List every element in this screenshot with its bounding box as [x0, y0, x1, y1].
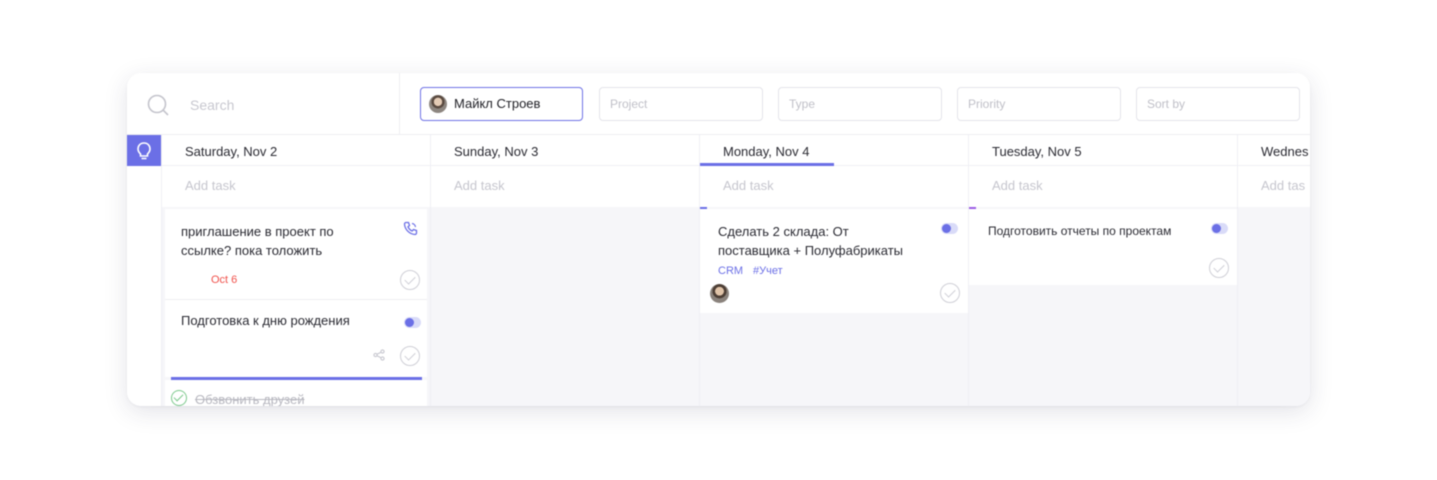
add-task-placeholder: Add task: [454, 178, 505, 193]
completed-check-icon[interactable]: [171, 390, 187, 406]
add-task-placeholder: Add task: [992, 178, 1043, 193]
add-task-input[interactable]: Add task: [700, 166, 968, 207]
user-avatar: [429, 95, 447, 113]
task-card[interactable]: Сделать 2 склада: От поставщика + Полуфа…: [700, 209, 968, 313]
task-title: Сделать 2 склада: От поставщика + Полуфа…: [718, 224, 903, 258]
day-column-wednesday: Wednes Add tas: [1237, 135, 1310, 406]
search-icon[interactable]: [147, 94, 169, 116]
filter-bar: Майкл Строев Project Type Priority Sort …: [127, 73, 1310, 135]
search-input[interactable]: [190, 95, 370, 115]
column-title: Wednes: [1261, 144, 1309, 159]
task-card-completed[interactable]: Обзвонить друзей: [165, 380, 427, 406]
add-task-placeholder: Add tas: [1261, 178, 1306, 193]
user-filter-label: Майкл Строев: [454, 96, 541, 111]
tag-uchet[interactable]: #Учет: [753, 265, 783, 277]
column-header: Saturday, Nov 2: [162, 135, 430, 166]
column-title: Tuesday, Nov 5: [992, 144, 1082, 159]
tag-crm[interactable]: CRM: [718, 265, 743, 277]
search-area: [127, 73, 400, 135]
task-title: приглашение в проект по ссылке? пока тол…: [181, 224, 334, 258]
column-header: Tuesday, Nov 5: [969, 135, 1237, 166]
add-task-input[interactable]: Add tas: [1238, 166, 1310, 207]
user-filter[interactable]: Майкл Строев: [420, 87, 583, 121]
add-task-placeholder: Add task: [723, 178, 774, 193]
column-body: приглашение в проект по ссылке? пока тол…: [162, 207, 431, 406]
check-circle-icon[interactable]: [1209, 258, 1229, 278]
day-column-tuesday: Tuesday, Nov 5 Add task Подготовить отче…: [968, 135, 1238, 406]
column-title: Monday, Nov 4: [723, 144, 810, 159]
ideas-button[interactable]: [127, 135, 161, 166]
task-card[interactable]: приглашение в проект по ссылке? пока тол…: [165, 209, 427, 300]
add-task-input[interactable]: Add task: [969, 166, 1237, 207]
column-body: Сделать 2 склада: От поставщика + Полуфа…: [700, 207, 969, 406]
type-filter[interactable]: Type: [778, 87, 942, 121]
task-title: Подготовить отчеты по проектам: [988, 224, 1172, 238]
lightbulb-icon: [137, 141, 151, 159]
add-task-input[interactable]: Add task: [431, 166, 699, 207]
project-filter[interactable]: Project: [599, 87, 763, 121]
check-circle-icon[interactable]: [940, 283, 960, 303]
column-body: [431, 207, 700, 406]
add-task-input[interactable]: Add task: [162, 166, 430, 207]
due-date: Oct 6: [211, 274, 238, 286]
priority-filter[interactable]: Priority: [957, 87, 1121, 121]
column-header: Wednes: [1238, 135, 1310, 166]
day-column-monday: Monday, Nov 4 Add task Сделать 2 склада:…: [699, 135, 969, 406]
task-card[interactable]: Подготовить отчеты по проектам: [969, 209, 1237, 285]
day-column-sunday: Sunday, Nov 3 Add task: [430, 135, 700, 406]
share-icon[interactable]: [373, 349, 385, 361]
column-header: Sunday, Nov 3: [431, 135, 699, 166]
task-board-window: Майкл Строев Project Type Priority Sort …: [127, 73, 1310, 406]
sort-by-filter[interactable]: Sort by: [1136, 87, 1300, 121]
assignee-avatar[interactable]: [710, 284, 729, 303]
column-header: Monday, Nov 4: [700, 135, 968, 166]
left-rail: [127, 135, 161, 406]
task-card[interactable]: Подготовка к дню рождения: [165, 300, 427, 377]
day-column-saturday: Saturday, Nov 2 Add task приглашение в п…: [161, 135, 431, 406]
task-title: Обзвонить друзей: [195, 392, 305, 406]
task-title: Подготовка к дню рождения: [181, 313, 350, 328]
toggle-icon[interactable]: [1211, 223, 1228, 234]
column-title: Sunday, Nov 3: [454, 144, 539, 159]
toggle-icon[interactable]: [941, 223, 958, 234]
column-title: Saturday, Nov 2: [185, 144, 278, 159]
column-body: [1238, 207, 1310, 406]
check-circle-icon[interactable]: [400, 346, 420, 366]
add-task-placeholder: Add task: [185, 178, 236, 193]
phone-icon[interactable]: [403, 221, 418, 236]
toggle-icon[interactable]: [404, 317, 421, 328]
check-circle-icon[interactable]: [400, 270, 420, 290]
column-body: Подготовить отчеты по проектам: [969, 207, 1238, 406]
